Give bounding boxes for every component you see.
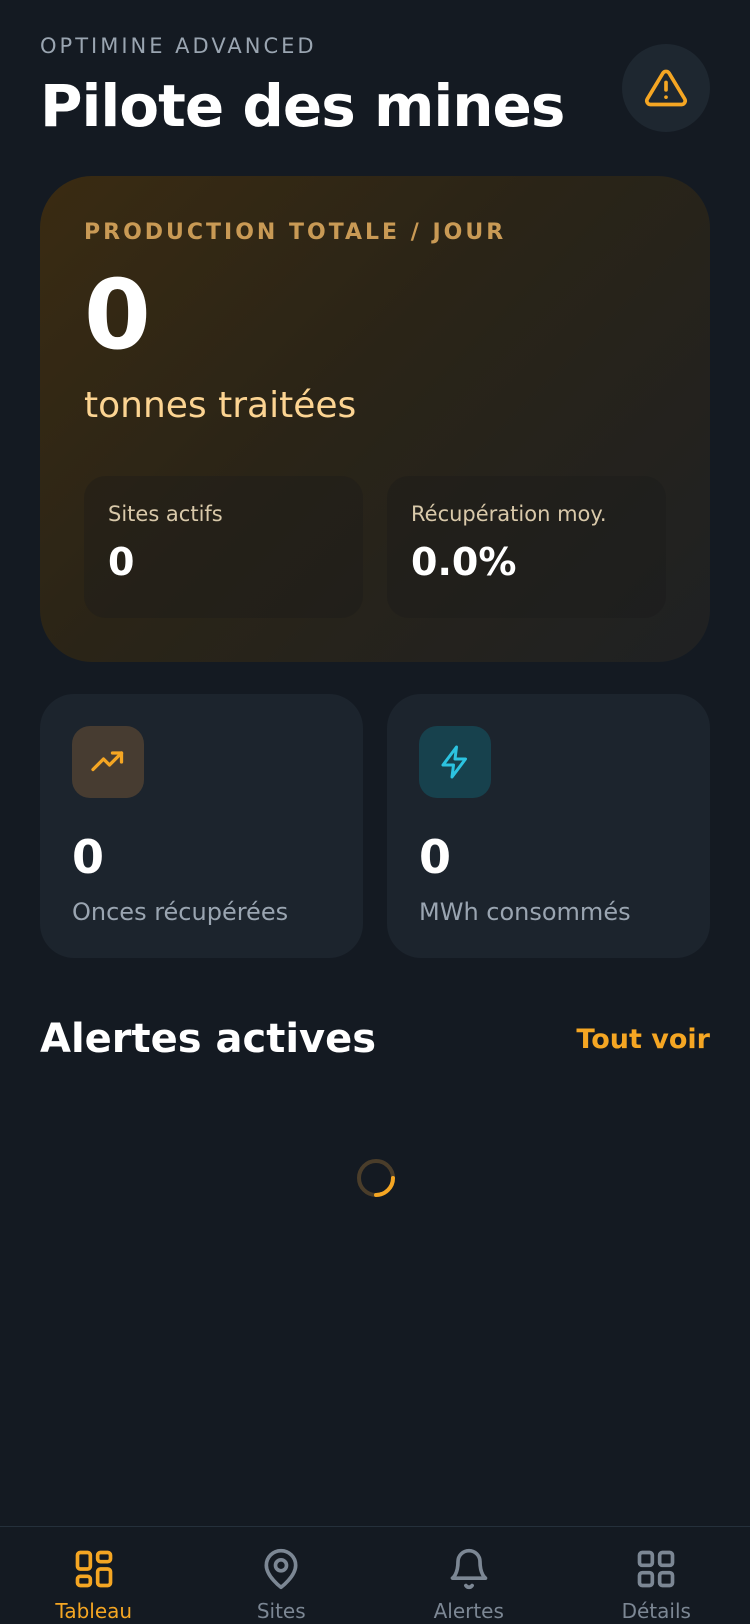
page-title: Pilote des mines <box>40 72 565 140</box>
ounces-label: Onces récupérées <box>72 898 289 926</box>
stat-label: Sites actifs <box>108 502 223 526</box>
production-value: 0 <box>84 259 151 371</box>
see-all-link[interactable]: Tout voir <box>576 1024 710 1055</box>
energy-label: MWh consommés <box>419 898 631 926</box>
section-title: Alertes actives <box>40 1016 377 1062</box>
loading-spinner <box>357 1159 395 1197</box>
trending-up-icon <box>91 751 124 772</box>
recovery-stat: Récupération moy. 0.0% <box>387 476 666 618</box>
stat-value: 0 <box>108 540 135 584</box>
tab-tableau[interactable]: Tableau <box>0 1527 188 1624</box>
card-icon-wrap <box>419 726 491 798</box>
tab-label: Détails <box>621 1599 691 1623</box>
bottom-tab-bar: Tableau Sites Alertes Détails <box>0 1526 750 1624</box>
card-icon-wrap <box>72 726 144 798</box>
tab-details[interactable]: Détails <box>563 1527 750 1624</box>
energy-value: 0 <box>419 830 452 884</box>
ounces-card[interactable]: 0 Onces récupérées <box>40 694 363 958</box>
app-name: OPTIMINE ADVANCED <box>40 34 317 58</box>
alerts-button[interactable] <box>622 44 710 132</box>
warning-triangle-icon <box>645 69 687 107</box>
header: OPTIMINE ADVANCED Pilote des mines <box>40 34 710 140</box>
bell-icon <box>450 1548 488 1589</box>
tab-alertes[interactable]: Alertes <box>375 1527 563 1624</box>
production-label: PRODUCTION TOTALE / JOUR <box>84 220 507 245</box>
grid-icon <box>637 1550 675 1588</box>
dashboard-screen: OPTIMINE ADVANCED Pilote des mines PRODU… <box>0 0 750 1624</box>
energy-card[interactable]: 0 MWh consommés <box>387 694 710 958</box>
stat-label: Récupération moy. <box>411 502 607 526</box>
production-card: PRODUCTION TOTALE / JOUR 0 tonnes traité… <box>40 176 710 662</box>
tab-label: Tableau <box>55 1599 133 1623</box>
tab-label: Sites <box>256 1599 306 1623</box>
production-stats: Sites actifs 0 Récupération moy. 0.0% <box>84 476 666 618</box>
alerts-section-header: Alertes actives Tout voir <box>40 1016 710 1062</box>
tab-sites[interactable]: Sites <box>188 1527 376 1624</box>
dashboard-icon <box>75 1550 113 1588</box>
tab-label: Alertes <box>433 1599 504 1623</box>
map-pin-icon <box>264 1548 298 1590</box>
ounces-value: 0 <box>72 830 105 884</box>
lightning-icon <box>441 745 467 779</box>
stat-value: 0.0% <box>411 540 517 584</box>
active-sites-stat: Sites actifs 0 <box>84 476 363 618</box>
production-unit: tonnes traitées <box>84 385 357 426</box>
metric-cards: 0 Onces récupérées 0 MWh consommés <box>40 694 710 958</box>
